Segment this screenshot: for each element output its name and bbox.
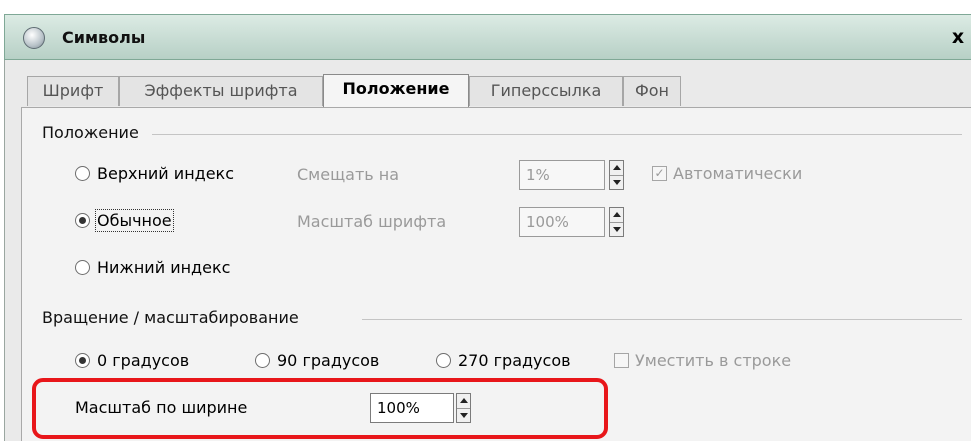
- radio-subscript[interactable]: Нижний индекс: [75, 258, 230, 277]
- checkbox-label: Уместить в строке: [635, 351, 792, 370]
- position-panel: Положение Верхний индекс Обычное Нижний …: [21, 107, 971, 441]
- section-divider: [362, 319, 962, 320]
- tab-position[interactable]: Положение: [323, 74, 469, 108]
- radio-normal[interactable]: Обычное: [75, 209, 174, 232]
- radio-label: Обычное: [95, 209, 174, 232]
- stepper-down-icon[interactable]: [610, 222, 623, 237]
- automatic-checkbox[interactable]: ✓ Автоматически: [652, 164, 802, 183]
- scale-width-stepper[interactable]: [456, 393, 471, 423]
- radio-button-selected-icon: [75, 213, 90, 228]
- radio-0-degrees[interactable]: 0 градусов: [75, 351, 189, 370]
- stepper-up-icon[interactable]: [457, 394, 470, 408]
- section-title-rotation: Вращение / масштабирование: [42, 308, 307, 327]
- radio-90-degrees[interactable]: 90 градусов: [255, 351, 379, 370]
- radio-button-selected-icon: [75, 353, 90, 368]
- font-scale-field[interactable]: 100%: [519, 207, 605, 237]
- raise-by-field[interactable]: 1%: [519, 160, 605, 190]
- tab-font-effects[interactable]: Эффекты шрифта: [119, 76, 323, 106]
- tab-background[interactable]: Фон: [623, 76, 681, 106]
- stepper-up-icon[interactable]: [610, 208, 623, 222]
- stepper-up-icon[interactable]: [610, 161, 623, 175]
- radio-label: 0 градусов: [97, 351, 190, 370]
- raise-by-stepper[interactable]: [609, 160, 624, 190]
- radio-button-icon: [75, 166, 90, 181]
- section-title-position: Положение: [42, 123, 147, 142]
- radio-label: 90 градусов: [277, 351, 380, 370]
- tab-hyperlink[interactable]: Гиперссылка: [469, 76, 623, 106]
- radio-button-icon: [436, 353, 451, 368]
- raise-by-label: Смещать на: [297, 165, 400, 184]
- section-divider: [152, 134, 962, 135]
- font-scale-label: Масштаб шрифта: [297, 212, 447, 231]
- dialog-body: Шрифт Эффекты шрифта Положение Гиперссыл…: [4, 60, 971, 441]
- radio-label: Верхний индекс: [97, 164, 235, 183]
- checkmark-icon: ✓: [652, 166, 667, 181]
- app-icon: [23, 27, 45, 49]
- close-icon[interactable]: x: [949, 26, 967, 48]
- font-scale-stepper[interactable]: [609, 207, 624, 237]
- fit-to-line-checkbox[interactable]: Уместить в строке: [614, 351, 791, 370]
- radio-button-icon: [75, 260, 90, 275]
- checkbox-label: Автоматически: [673, 164, 803, 183]
- tab-font[interactable]: Шрифт: [27, 76, 119, 106]
- radio-label: 270 градусов: [458, 351, 571, 370]
- checkbox-empty-icon: [614, 353, 629, 368]
- stepper-down-icon[interactable]: [610, 175, 623, 190]
- scale-width-field[interactable]: 100%: [370, 393, 454, 423]
- scale-width-label: Масштаб по ширине: [75, 398, 248, 417]
- title-bar: Символы x: [4, 14, 971, 60]
- radio-superscript[interactable]: Верхний индекс: [75, 164, 234, 183]
- window-title: Символы: [62, 28, 146, 47]
- radio-270-degrees[interactable]: 270 градусов: [436, 351, 571, 370]
- stepper-down-icon[interactable]: [457, 408, 470, 423]
- radio-button-icon: [255, 353, 270, 368]
- radio-label: Нижний индекс: [97, 258, 231, 277]
